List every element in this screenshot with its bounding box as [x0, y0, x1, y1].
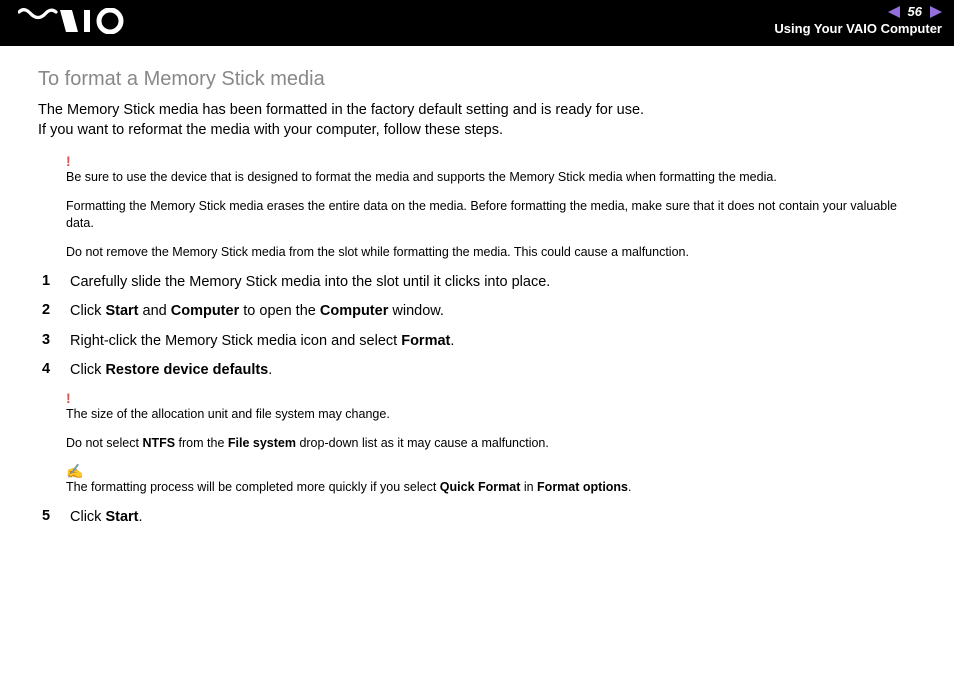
page-content: To format a Memory Stick media The Memor…	[0, 46, 954, 527]
header-right: 56 Using Your VAIO Computer	[774, 0, 942, 36]
intro-line-1: The Memory Stick media has been formatte…	[38, 102, 644, 118]
warning-text: Be sure to use the device that is design…	[66, 169, 916, 186]
warning-icon: !	[66, 391, 916, 405]
step-2: 2 Click Start and Computer to open the C…	[38, 302, 916, 322]
step-text: Carefully slide the Memory Stick media i…	[70, 273, 550, 293]
step-number: 3	[38, 332, 70, 348]
section-name: Using Your VAIO Computer	[774, 21, 942, 36]
warning-text: The size of the allocation unit and file…	[66, 406, 916, 423]
vaio-logo	[18, 8, 128, 39]
step-3: 3 Right-click the Memory Stick media ico…	[38, 332, 916, 352]
warning-text: Formatting the Memory Stick media erases…	[66, 198, 916, 232]
tip-text: The formatting process will be completed…	[66, 479, 916, 496]
prev-page-arrow-icon[interactable]	[888, 6, 902, 18]
step-number: 5	[38, 508, 70, 524]
step-1: 1 Carefully slide the Memory Stick media…	[38, 273, 916, 293]
step-number: 1	[38, 273, 70, 289]
step-text: Right-click the Memory Stick media icon …	[70, 332, 454, 352]
warning-block-1: ! Be sure to use the device that is desi…	[38, 154, 916, 261]
warning-text: Do not select NTFS from the File system …	[66, 435, 916, 452]
intro-line-2: If you want to reformat the media with y…	[38, 122, 503, 138]
step-4: 4 Click Restore device defaults.	[38, 361, 916, 381]
step-text: Click Restore device defaults.	[70, 361, 272, 381]
tip-icon: ✍	[66, 464, 916, 478]
tip-block: ✍ The formatting process will be complet…	[38, 464, 916, 496]
step-text: Click Start.	[70, 508, 143, 528]
page-navigation: 56	[774, 4, 942, 19]
warning-text: Do not remove the Memory Stick media fro…	[66, 244, 916, 261]
step-number: 2	[38, 302, 70, 318]
page-title: To format a Memory Stick media	[38, 68, 916, 91]
step-number: 4	[38, 361, 70, 377]
step-text: Click Start and Computer to open the Com…	[70, 302, 444, 322]
page-number: 56	[908, 4, 922, 19]
next-page-arrow-icon[interactable]	[928, 6, 942, 18]
intro-text: The Memory Stick media has been formatte…	[38, 101, 916, 140]
warning-icon: !	[66, 154, 916, 168]
warning-block-2: ! The size of the allocation unit and fi…	[38, 391, 916, 452]
page-header: 56 Using Your VAIO Computer	[0, 0, 954, 46]
step-5: 5 Click Start.	[38, 508, 916, 528]
